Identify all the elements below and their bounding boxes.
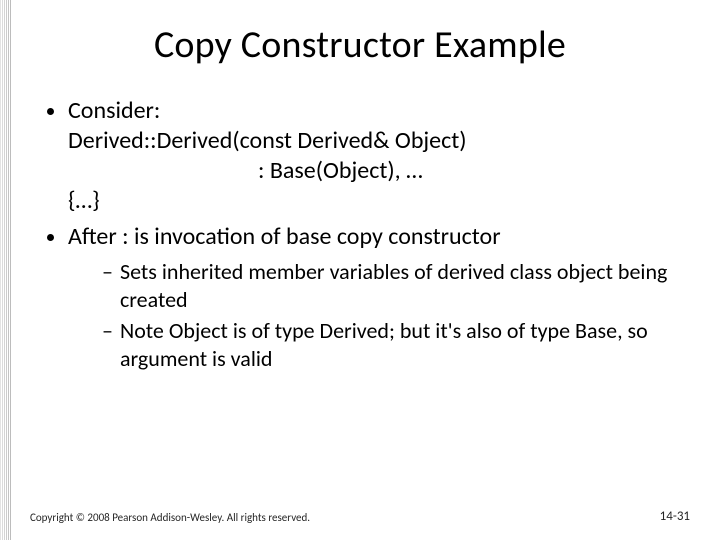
code-line-2: : Base(Object), … — [68, 156, 680, 186]
slide: Copy Constructor Example Consider: Deriv… — [0, 0, 720, 540]
slide-title: Copy Constructor Example — [0, 22, 720, 68]
footer: Copyright © 2008 Pearson Addison-Wesley.… — [30, 509, 690, 524]
bullet-list: Consider: Derived::Derived(const Derived… — [40, 96, 680, 372]
sub-bullet-list: Sets inherited member variables of deriv… — [68, 258, 680, 372]
sub-bullet-1: Sets inherited member variables of deriv… — [102, 258, 680, 313]
bullet-consider-lead: Consider: — [68, 96, 160, 125]
bullet-after: After : is invocation of base copy const… — [68, 222, 680, 372]
slide-content: Consider: Derived::Derived(const Derived… — [40, 96, 680, 372]
code-line-1: Derived::Derived(const Derived& Object) — [68, 126, 467, 155]
code-line-3: {…} — [68, 186, 100, 215]
bullet-consider: Consider: Derived::Derived(const Derived… — [68, 96, 680, 216]
page-number: 14-31 — [660, 509, 690, 524]
bullet-after-text: After : is invocation of base copy const… — [68, 222, 501, 251]
sub-bullet-2: Note Object is of type Derived; but it's… — [102, 317, 680, 372]
copyright-text: Copyright © 2008 Pearson Addison-Wesley.… — [30, 511, 310, 524]
